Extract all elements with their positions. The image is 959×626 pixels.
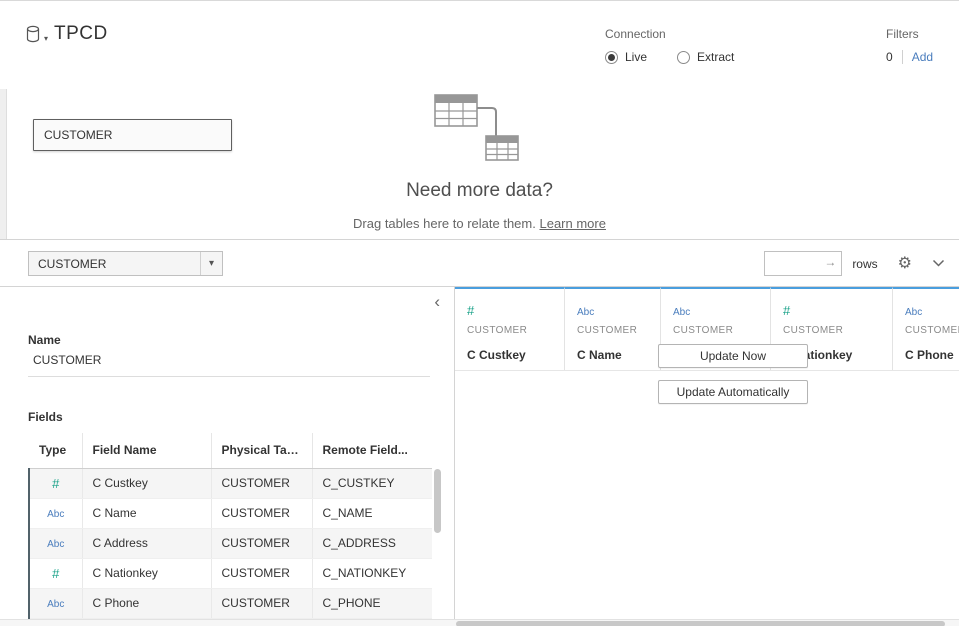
metadata-panel: ‹ Name CUSTOMER Fields Type Field Name P…: [0, 287, 455, 619]
datasource-block: ▾ TPCD: [26, 23, 108, 45]
preview-column-header[interactable]: # CUSTOMER C Custkey: [455, 287, 565, 370]
field-type-icon: Abc: [673, 307, 690, 318]
rows-input-wrap: →: [764, 251, 842, 276]
field-type-icon[interactable]: #: [52, 566, 59, 581]
canvas-table-customer[interactable]: CUSTOMER: [33, 119, 232, 151]
need-more-data-title: Need more data?: [0, 180, 959, 202]
field-name-cell[interactable]: C Address: [82, 528, 211, 558]
update-now-button[interactable]: Update Now: [658, 344, 808, 368]
collapse-panel-icon[interactable]: ‹: [434, 293, 440, 310]
gear-icon[interactable]: ⚙: [898, 256, 912, 272]
database-caret-icon: ▾: [44, 34, 48, 44]
preview-table-name: CUSTOMER: [783, 325, 880, 336]
horizontal-scrollbar-thumb[interactable]: [456, 621, 945, 626]
remote-field-cell: C_CUSTKEY: [312, 468, 432, 498]
remote-field-cell: C_ADDRESS: [312, 528, 432, 558]
radio-live-label: Live: [625, 50, 647, 64]
remote-field-cell: C_NATIONKEY: [312, 558, 432, 588]
field-type-icon[interactable]: Abc: [47, 539, 64, 550]
drag-tables-text: Drag tables here to relate them.: [353, 216, 536, 231]
preview-column-header[interactable]: Abc CUSTOMER C Name: [565, 287, 661, 370]
toolbar-right-controls: → rows ⚙: [764, 251, 945, 276]
table-select-value: CUSTOMER: [29, 257, 200, 271]
physical-table-cell: CUSTOMER: [211, 558, 312, 588]
main-area: ‹ Name CUSTOMER Fields Type Field Name P…: [0, 287, 959, 619]
field-row[interactable]: Abc C Address CUSTOMER C_ADDRESS: [29, 528, 432, 558]
dropdown-caret-icon: ▾: [200, 252, 222, 275]
field-name-cell[interactable]: C Custkey: [82, 468, 211, 498]
field-row[interactable]: Abc C Phone CUSTOMER C_PHONE: [29, 588, 432, 618]
filters-count: 0: [886, 50, 893, 64]
filters-divider: [902, 50, 903, 64]
field-row[interactable]: # C Custkey CUSTOMER C_CUSTKEY: [29, 468, 432, 498]
radio-live-control[interactable]: [605, 51, 618, 64]
table-select-dropdown[interactable]: CUSTOMER ▾: [28, 251, 223, 276]
radio-extract[interactable]: Extract: [677, 50, 734, 64]
table-name-field[interactable]: CUSTOMER: [28, 351, 430, 377]
database-icon[interactable]: ▾: [26, 25, 48, 44]
preview-table-name: CUSTOMER: [905, 325, 959, 336]
field-type-icon: Abc: [577, 307, 594, 318]
col-header-field-name[interactable]: Field Name: [82, 433, 211, 468]
name-label: Name: [28, 333, 61, 347]
connection-section: Connection Live Extract: [605, 27, 734, 64]
col-header-remote-field[interactable]: Remote Field...: [312, 433, 432, 468]
field-row[interactable]: # C Nationkey CUSTOMER C_NATIONKEY: [29, 558, 432, 588]
data-preview-grid: # CUSTOMER C Custkey Abc CUSTOMER C Name…: [455, 287, 959, 619]
connection-radio-group: Live Extract: [605, 50, 734, 64]
field-type-icon[interactable]: Abc: [47, 509, 64, 520]
field-type-icon: #: [467, 303, 474, 318]
fields-scrollbar[interactable]: [434, 469, 441, 533]
field-name-cell[interactable]: C Phone: [82, 588, 211, 618]
preview-field-name: C Phone: [905, 348, 959, 362]
preview-column-header[interactable]: Abc CUSTOMER C Phone: [893, 287, 959, 370]
preview-field-name: C Custkey: [467, 348, 552, 362]
field-row[interactable]: Abc C Name CUSTOMER C_NAME: [29, 498, 432, 528]
preview-table-name: CUSTOMER: [577, 325, 648, 336]
field-type-icon: #: [783, 303, 790, 318]
radio-live[interactable]: Live: [605, 50, 647, 64]
field-name-cell[interactable]: C Name: [82, 498, 211, 528]
filters-label: Filters: [886, 27, 933, 41]
preview-table-name: CUSTOMER: [467, 325, 552, 336]
connection-label: Connection: [605, 27, 734, 41]
preview-table-name: CUSTOMER: [673, 325, 758, 336]
drag-tables-hint: Drag tables here to relate them. Learn m…: [0, 216, 959, 231]
field-type-icon[interactable]: Abc: [47, 599, 64, 610]
fields-label: Fields: [28, 410, 63, 424]
datasource-title[interactable]: TPCD: [54, 23, 108, 45]
relationship-canvas: CUSTOMER Need more data? Drag tables her…: [0, 67, 959, 240]
physical-table-cell: CUSTOMER: [211, 468, 312, 498]
filters-add-link[interactable]: Add: [912, 50, 933, 64]
rows-label: rows: [852, 257, 877, 271]
filters-row: 0 Add: [886, 50, 933, 64]
physical-table-cell: CUSTOMER: [211, 528, 312, 558]
remote-field-cell: C_NAME: [312, 498, 432, 528]
chevron-down-icon[interactable]: [932, 259, 945, 268]
filters-section: Filters 0 Add: [886, 27, 933, 64]
physical-table-cell: CUSTOMER: [211, 588, 312, 618]
fields-header-row: Type Field Name Physical Table Remote Fi…: [29, 433, 432, 468]
preview-field-name: C Name: [577, 348, 648, 362]
grid-toolbar: CUSTOMER ▾ → rows ⚙: [0, 240, 959, 287]
update-automatically-button[interactable]: Update Automatically: [658, 380, 808, 404]
physical-table-cell: CUSTOMER: [211, 498, 312, 528]
horizontal-scrollbar[interactable]: [0, 619, 959, 626]
radio-extract-control[interactable]: [677, 51, 690, 64]
remote-field-cell: C_PHONE: [312, 588, 432, 618]
header: ▾ TPCD Connection Live Extract Filters 0: [0, 1, 959, 67]
rows-input[interactable]: [764, 251, 842, 276]
relate-tables-illustration: [434, 94, 526, 167]
field-name-cell[interactable]: C Nationkey: [82, 558, 211, 588]
field-type-icon[interactable]: #: [52, 476, 59, 491]
fields-table: Type Field Name Physical Table Remote Fi…: [28, 433, 432, 619]
col-header-physical-table[interactable]: Physical Table: [211, 433, 312, 468]
learn-more-link[interactable]: Learn more: [539, 216, 605, 231]
field-type-icon: Abc: [905, 307, 922, 318]
radio-extract-label: Extract: [697, 50, 734, 64]
datasource-page: ▾ TPCD Connection Live Extract Filters 0: [0, 0, 959, 626]
col-header-type[interactable]: Type: [29, 433, 82, 468]
